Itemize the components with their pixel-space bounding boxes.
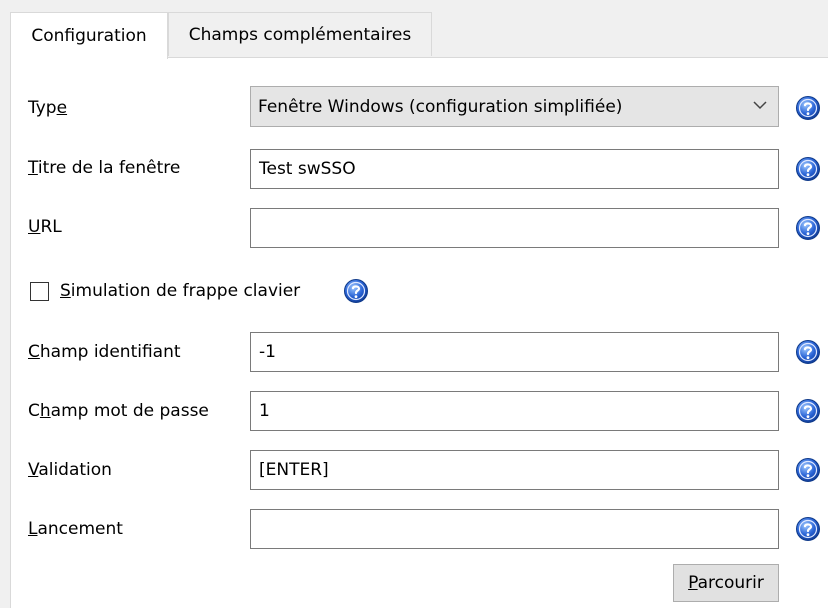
champ-identifiant-value: -1 [259, 342, 276, 362]
champ-identifiant-input[interactable]: -1 [250, 332, 779, 372]
type-select[interactable]: Fenêtre Windows (configuration simplifié… [250, 86, 779, 127]
help-icon[interactable] [795, 398, 821, 424]
titre-fenetre-value: Test swSSO [259, 159, 356, 179]
lancement-label: Lancement [28, 519, 123, 539]
tab-configuration[interactable]: Configuration [10, 12, 168, 59]
simulation-checkbox[interactable] [30, 282, 49, 301]
validation-input[interactable]: [ENTER] [250, 450, 779, 490]
validation-value: [ENTER] [259, 460, 329, 480]
url-label: URL [28, 217, 62, 237]
url-input[interactable] [250, 208, 779, 248]
parcourir-button[interactable]: Parcourir [673, 564, 779, 602]
lancement-input[interactable] [250, 509, 779, 549]
parcourir-label: Parcourir [688, 573, 764, 593]
help-icon[interactable] [795, 516, 821, 542]
help-icon[interactable] [795, 457, 821, 483]
titre-fenetre-input[interactable]: Test swSSO [250, 149, 779, 189]
help-icon[interactable] [795, 95, 821, 121]
help-icon[interactable] [343, 278, 369, 304]
tab-champs-complementaires-label: Champs complémentaires [188, 24, 412, 45]
validation-label: Validation [28, 460, 112, 480]
help-icon[interactable] [795, 339, 821, 365]
help-icon[interactable] [795, 156, 821, 182]
type-label: Type [28, 98, 68, 118]
champ-mot-de-passe-label: Champ mot de passe [28, 401, 209, 421]
simulation-label[interactable]: Simulation de frappe clavier [60, 281, 300, 301]
champ-identifiant-label: Champ identifiant [28, 342, 181, 362]
chevron-down-icon [753, 101, 767, 110]
tab-configuration-label: Configuration [31, 26, 147, 46]
champ-mot-de-passe-input[interactable]: 1 [250, 391, 779, 431]
titre-label: Titre de la fenêtre [28, 158, 181, 178]
champ-mot-de-passe-value: 1 [259, 401, 270, 421]
type-select-value: Fenêtre Windows (configuration simplifié… [258, 96, 623, 117]
help-icon[interactable] [795, 215, 821, 241]
tab-champs-complementaires[interactable]: Champs complémentaires [168, 12, 432, 56]
